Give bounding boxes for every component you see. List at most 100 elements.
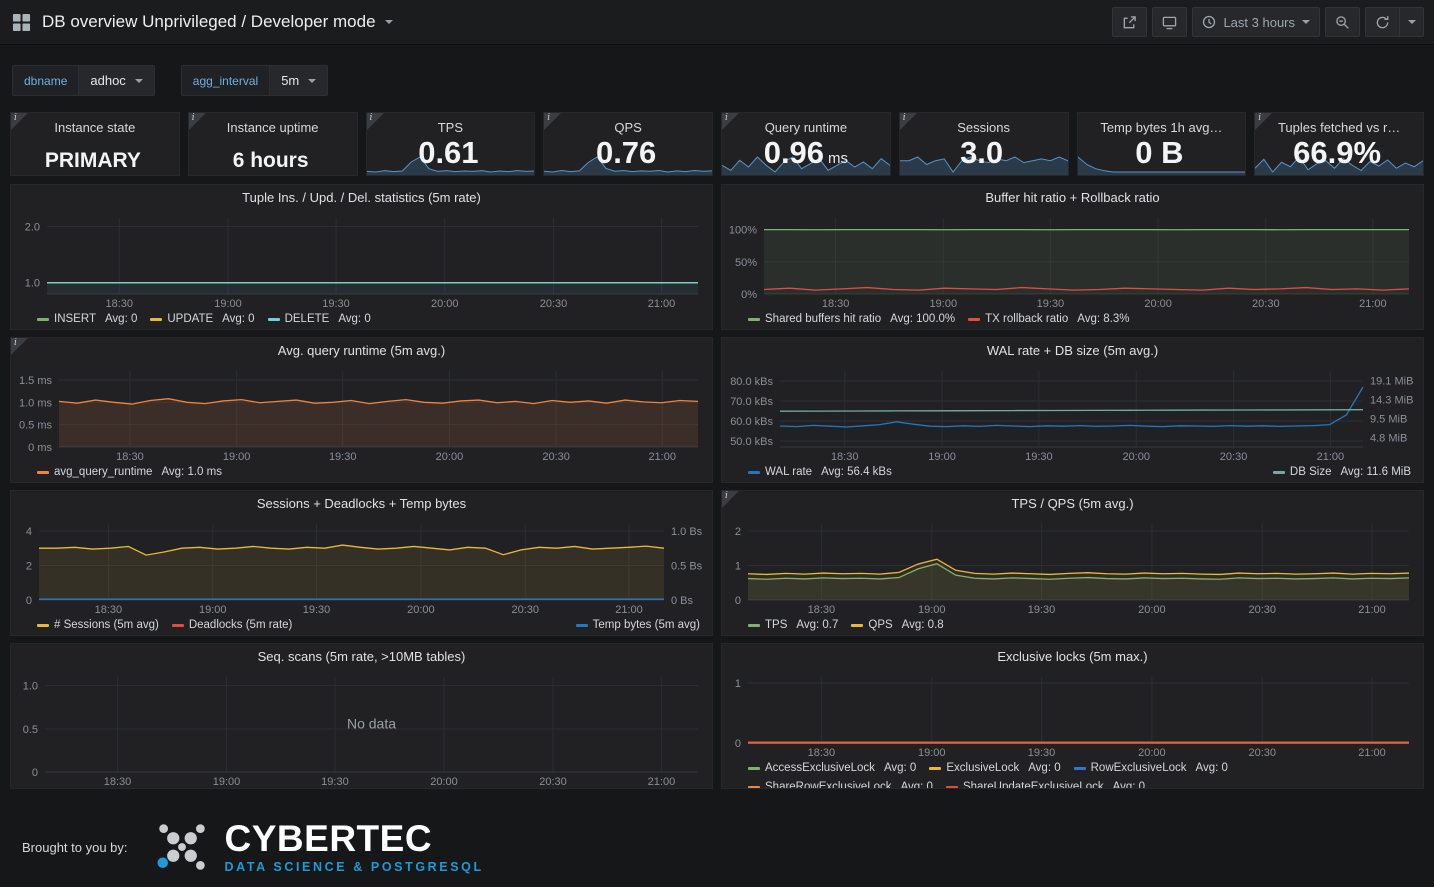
svg-text:18:30: 18:30 — [822, 298, 850, 310]
panel-buffer-hit-ratio: Buffer hit ratio + Rollback ratio 18:30 1… — [721, 184, 1424, 330]
legend-item[interactable]: DB SizeAvg: 11.6 MiB — [1273, 464, 1411, 481]
legend-item[interactable]: UPDATEAvg: 0 — [150, 311, 254, 328]
legend-item[interactable]: WAL rateAvg: 56.4 kBs — [748, 464, 892, 481]
panel-title[interactable]: TPS / QPS (5m avg.) — [722, 491, 1423, 516]
svg-text:20:00: 20:00 — [1122, 451, 1150, 463]
panel-title[interactable]: Sessions + Deadlocks + Temp bytes — [11, 491, 712, 516]
refresh-button-group — [1365, 7, 1424, 37]
panel-info-icon[interactable] — [367, 113, 384, 130]
svg-text:9.5 MiB: 9.5 MiB — [1370, 414, 1407, 426]
stat-panel-qps: QPS 0.76 — [543, 112, 713, 176]
legend-label: RowExclusiveLock — [1091, 760, 1187, 777]
svg-text:19:00: 19:00 — [199, 604, 227, 616]
zoom-out-button[interactable] — [1325, 7, 1360, 37]
svg-text:20:30: 20:30 — [1252, 298, 1280, 310]
panel-info-icon[interactable] — [544, 113, 561, 130]
svg-text:0 Bs: 0 Bs — [671, 595, 694, 607]
tv-mode-button[interactable] — [1152, 7, 1187, 37]
legend-avg: Avg: 0 — [222, 311, 254, 328]
legend-item[interactable]: RowExclusiveLockAvg: 0 — [1074, 760, 1228, 777]
svg-text:18:30: 18:30 — [95, 604, 123, 616]
svg-text:20:00: 20:00 — [1138, 747, 1166, 759]
legend-item[interactable]: TPSAvg: 0.7 — [748, 617, 838, 634]
svg-text:0: 0 — [735, 595, 741, 607]
svg-text:19:00: 19:00 — [930, 298, 958, 310]
legend-color — [946, 786, 958, 788]
panel-info-icon[interactable] — [189, 113, 206, 130]
panel-info-icon[interactable] — [1255, 113, 1272, 130]
svg-text:4: 4 — [26, 526, 32, 538]
panel-info-icon[interactable] — [11, 338, 28, 355]
svg-text:20:00: 20:00 — [1138, 604, 1166, 616]
panel-info-icon[interactable] — [11, 113, 28, 130]
legend-item[interactable]: ShareUpdateExclusiveLockAvg: 0 — [946, 779, 1145, 788]
stat-value: 3.0 — [960, 135, 1003, 170]
variable-dropdown[interactable]: 5m — [269, 65, 328, 96]
legend-item[interactable]: ShareRowExclusiveLock Avg: 0 — [748, 779, 933, 788]
panel-title[interactable]: Avg. query runtime (5m avg.) — [11, 338, 712, 363]
svg-text:20:00: 20:00 — [436, 451, 464, 463]
panel-title[interactable]: Seq. scans (5m rate, >10MB tables) — [11, 644, 712, 669]
brand-tagline: DATA SCIENCE & POSTGRESQL — [225, 860, 484, 874]
legend-label: Deadlocks (5m rate) — [189, 617, 293, 634]
svg-text:1.0: 1.0 — [25, 278, 40, 290]
legend-item[interactable]: INSERTAvg: 0 — [37, 311, 137, 328]
panel-info-icon[interactable] — [900, 113, 917, 130]
legend-item[interactable]: DELETEAvg: 0 — [268, 311, 371, 328]
panel-title[interactable]: Buffer hit ratio + Rollback ratio — [722, 185, 1423, 210]
legend-item[interactable]: Deadlocks (5m rate) — [172, 617, 293, 634]
svg-text:0: 0 — [32, 767, 38, 779]
time-picker-button[interactable]: Last 3 hours — [1192, 7, 1320, 37]
legend: avg_query_runtimeAvg: 1.0 ms — [11, 463, 712, 482]
panel-title[interactable]: Exclusive locks (5m max.) — [722, 644, 1423, 669]
legend-avg: Avg: 0 — [901, 779, 933, 788]
legend-item[interactable]: avg_query_runtimeAvg: 1.0 ms — [37, 464, 222, 481]
legend-item[interactable]: Temp bytes (5m avg) — [576, 617, 700, 634]
legend-label: TX rollback ratio — [985, 311, 1068, 328]
panel-title[interactable]: WAL rate + DB size (5m avg.) — [722, 338, 1423, 363]
variable-dropdown[interactable]: adhoc — [78, 65, 154, 96]
time-range-label: Last 3 hours — [1223, 15, 1295, 30]
svg-text:50.0 kBs: 50.0 kBs — [730, 436, 773, 448]
variable-value: adhoc — [90, 73, 125, 88]
legend-label: ShareRowExclusiveLock — [765, 779, 892, 788]
refresh-interval-button[interactable] — [1400, 7, 1424, 37]
refresh-button[interactable] — [1365, 7, 1400, 37]
legend-color — [150, 318, 162, 321]
stat-title: TPS — [438, 120, 463, 135]
legend-item[interactable]: TX rollback ratioAvg: 8.3% — [968, 311, 1129, 328]
legend-avg: Avg: 0 — [1113, 779, 1145, 788]
svg-text:No data: No data — [347, 716, 396, 732]
svg-text:19:30: 19:30 — [1025, 451, 1053, 463]
legend-item[interactable]: ExclusiveLockAvg: 0 — [929, 760, 1060, 777]
svg-text:21:00: 21:00 — [648, 776, 676, 788]
chevron-down-icon — [1302, 20, 1310, 24]
legend-item[interactable]: Shared buffers hit ratioAvg: 100.0% — [748, 311, 955, 328]
svg-text:21:00: 21:00 — [648, 451, 676, 463]
svg-text:19:30: 19:30 — [1028, 604, 1056, 616]
legend-avg: Avg: 100.0% — [890, 311, 955, 328]
svg-text:80.0 kBs: 80.0 kBs — [730, 376, 773, 388]
grid-icon — [12, 13, 31, 32]
monitor-icon — [1162, 15, 1177, 30]
dashboard-title[interactable]: DB overview Unprivileged / Developer mod… — [42, 12, 393, 32]
legend-item[interactable]: AccessExclusiveLockAvg: 0 — [748, 760, 916, 777]
panel-info-icon[interactable] — [722, 113, 739, 130]
grafana-menu-icon[interactable] — [0, 0, 42, 45]
svg-text:1: 1 — [735, 678, 741, 690]
svg-text:19:00: 19:00 — [918, 747, 946, 759]
legend-avg: Avg: 0 — [105, 311, 137, 328]
stat-value: 0 B — [1135, 135, 1183, 170]
navbar-actions: Last 3 hours — [1112, 7, 1424, 37]
panel-title[interactable]: Tuple Ins. / Upd. / Del. statistics (5m … — [11, 185, 712, 210]
dashboard-title-text: DB overview Unprivileged / Developer mod… — [42, 12, 376, 32]
legend-item[interactable]: # Sessions (5m avg) — [37, 617, 159, 634]
stat-value: 0.61 — [418, 135, 478, 170]
legend-item[interactable]: QPSAvg: 0.8 — [851, 617, 943, 634]
share-button[interactable] — [1112, 7, 1147, 37]
legend-label: QPS — [868, 617, 892, 634]
stat-panel-query-runtime: Query runtime 0.96ms — [721, 112, 891, 176]
panel-info-icon[interactable] — [722, 491, 739, 508]
navbar: DB overview Unprivileged / Developer mod… — [0, 0, 1434, 45]
svg-text:0.5 ms: 0.5 ms — [19, 420, 53, 432]
